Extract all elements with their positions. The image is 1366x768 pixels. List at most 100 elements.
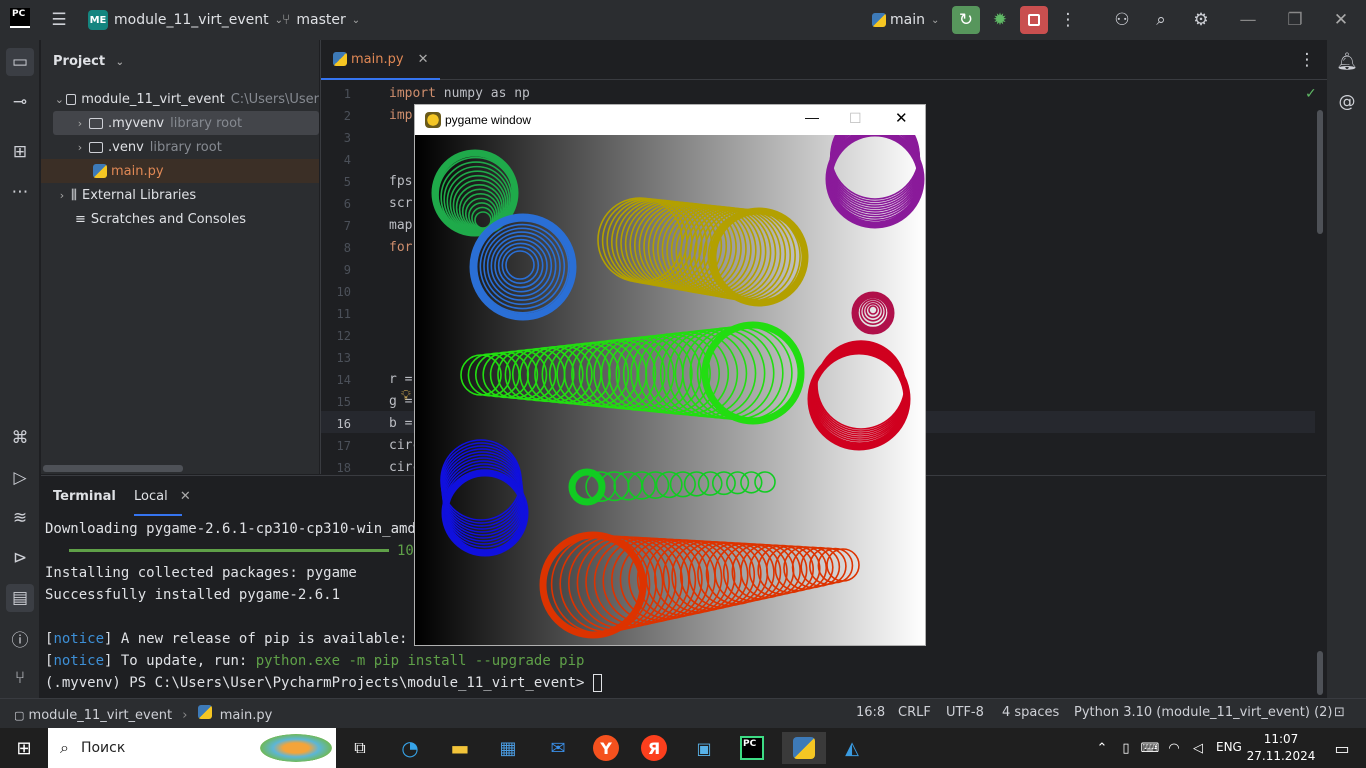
mail-icon[interactable]: ✉ <box>538 732 578 764</box>
rerun-icon[interactable]: ↻ <box>952 6 980 34</box>
project-selector[interactable]: ME module_11_virt_event ⌄ <box>88 0 283 40</box>
pygame-titlebar[interactable]: pygame window — ☐ ✕ <box>415 105 925 135</box>
search-icon[interactable]: ⌕ <box>1147 6 1175 34</box>
taskbar-search-box[interactable]: ⌕ Поиск <box>48 728 336 768</box>
ai-assistant-icon[interactable]: @ <box>1333 88 1361 116</box>
tree-scratches[interactable]: ≡ Scratches and Consoles <box>41 207 319 231</box>
settings-gear-icon[interactable]: ⚙ <box>1187 6 1215 34</box>
yandex-icon[interactable]: Я <box>634 732 674 764</box>
tab-main-py[interactable]: main.py ✕ <box>321 40 441 80</box>
run-icon[interactable]: ▷ <box>6 464 34 492</box>
python-console-icon[interactable]: ⌘ <box>6 424 34 452</box>
pygame-taskbar-icon[interactable] <box>782 732 826 764</box>
pygame-canvas[interactable] <box>415 135 925 645</box>
vertical-scrollbar[interactable] <box>1317 110 1323 234</box>
commit-icon[interactable]: ⊸ <box>6 88 34 116</box>
code-line: imp <box>389 105 412 127</box>
edge-browser-icon[interactable]: ◔ <box>390 732 430 764</box>
store-icon[interactable]: ▦ <box>488 732 528 764</box>
stop-button[interactable] <box>1020 6 1048 34</box>
pycharm-taskbar-icon[interactable]: PC <box>732 732 772 764</box>
lock-icon[interactable]: ⊡ <box>1334 705 1345 720</box>
restore-icon[interactable]: ❐ <box>1281 6 1309 34</box>
project-panel-title[interactable]: Project ⌄ <box>53 54 124 69</box>
windows-start-icon[interactable]: ⊞ <box>4 732 44 764</box>
news-widget-icon[interactable]: ▣ <box>684 732 724 764</box>
close-tab-icon[interactable]: ✕ <box>418 52 429 67</box>
close-icon[interactable]: ✕ <box>895 109 908 127</box>
status-bar: ▢ module_11_virt_event › main.py 16:8 CR… <box>0 698 1366 728</box>
more-actions-icon[interactable]: ⋮ <box>1054 6 1082 34</box>
close-tab-icon[interactable]: ✕ <box>180 489 191 504</box>
clock[interactable]: 11:07 27.11.2024 <box>1246 731 1316 765</box>
chevron-down-icon: ⌄ <box>54 92 64 106</box>
keyboard-icon[interactable]: ⌨ <box>1138 732 1162 764</box>
minimize-icon[interactable]: — <box>805 109 819 125</box>
task-view-icon[interactable]: ⧉ <box>340 732 380 764</box>
breadcrumb[interactable]: ▢ module_11_virt_event › main.py <box>14 705 272 723</box>
item-name: Scratches and Consoles <box>90 211 246 227</box>
pycharm-logo-icon[interactable]: PC <box>10 8 30 28</box>
show-hidden-icons[interactable]: ⌃ <box>1090 732 1114 764</box>
notifications-icon[interactable]: 🔔︎ <box>1333 48 1361 76</box>
line-separator[interactable]: CRLF <box>898 705 931 720</box>
yandex-browser-icon[interactable]: Y <box>586 732 626 764</box>
caret-position[interactable]: 16:8 <box>856 705 885 720</box>
notification-center-icon[interactable]: ▭ <box>1322 732 1362 764</box>
no-problems-check-icon[interactable]: ✓ <box>1305 86 1317 102</box>
notice-tag: notice <box>53 653 105 669</box>
branch-selector[interactable]: ⑂ master ⌄ <box>282 0 360 40</box>
file-explorer-icon[interactable]: ▬ <box>440 732 480 764</box>
lightbulb-icon[interactable]: 💡︎ <box>401 388 411 404</box>
tab-local[interactable]: Local ✕ <box>134 489 191 504</box>
debug-icon[interactable]: ✹ <box>986 6 1014 34</box>
more-tools-icon[interactable]: ⋯ <box>6 178 34 206</box>
maximize-icon[interactable]: ☐ <box>849 110 862 127</box>
python-file-icon <box>333 52 347 66</box>
active-tab-indicator <box>134 514 182 516</box>
tree-item-myvenv[interactable]: › .myvenv library root <box>53 111 319 135</box>
tree-item-venv[interactable]: › .venv library root <box>41 135 319 159</box>
wifi-icon[interactable]: ◠ <box>1162 732 1186 764</box>
layers-icon[interactable]: ≋ <box>6 504 34 532</box>
term-prompt[interactable]: (.myvenv) PS C:\Users\User\PycharmProjec… <box>45 672 602 694</box>
tree-item-main-py[interactable]: main.py <box>41 159 319 183</box>
file-encoding[interactable]: UTF-8 <box>946 705 984 720</box>
git-icon[interactable]: ⑂ <box>6 664 34 692</box>
indent-setting[interactable]: 4 spaces <box>1002 705 1059 720</box>
tree-root[interactable]: ⌄ module_11_virt_event C:\Users\User <box>41 87 319 111</box>
terminal-icon[interactable]: ▤ <box>6 584 34 612</box>
services-icon[interactable]: ⊳ <box>6 544 34 572</box>
terminal-cursor <box>592 674 602 692</box>
module-icon: ▢ <box>14 709 25 722</box>
search-placeholder: Поиск <box>80 740 126 756</box>
tree-external-libraries[interactable]: › ⫼ External Libraries <box>41 183 319 207</box>
breadcrumb-project[interactable]: module_11_virt_event <box>29 708 173 723</box>
add-user-icon[interactable]: ⚇ <box>1108 6 1136 34</box>
close-icon[interactable]: ✕ <box>1327 6 1355 34</box>
input-language[interactable]: ENG <box>1216 740 1242 754</box>
pygame-window[interactable]: pygame window — ☐ ✕ <box>414 104 926 646</box>
structure-icon[interactable]: ⊞ <box>6 138 34 166</box>
problems-icon[interactable]: ⓘ <box>6 624 34 652</box>
project-folder-icon[interactable]: ▭ <box>6 48 34 76</box>
root-path: C:\Users\User <box>230 91 319 107</box>
python-icon <box>872 13 886 27</box>
tab-options-icon[interactable]: ⋮ <box>1293 46 1321 74</box>
breadcrumb-file[interactable]: main.py <box>220 708 273 723</box>
main-menu-icon[interactable]: ☰ <box>45 6 73 34</box>
chevron-down-icon: ⌄ <box>351 14 361 26</box>
terminal-scrollbar[interactable] <box>1317 651 1323 695</box>
code-keyword: for <box>389 240 413 255</box>
python-interpreter[interactable]: Python 3.10 (module_11_virt_event) (2) <box>1074 705 1333 720</box>
volume-icon[interactable]: ◁ <box>1186 732 1210 764</box>
run-config-selector[interactable]: main ⌄ <box>872 0 939 40</box>
photos-icon[interactable]: ◭ <box>832 732 872 764</box>
title-bar: PC ☰ ME module_11_virt_event ⌄ ⑂ master … <box>0 0 1366 40</box>
line-number: 12 <box>336 329 351 343</box>
horizontal-scrollbar[interactable] <box>43 465 183 472</box>
yandex-ya-icon: Я <box>641 735 667 761</box>
battery-icon[interactable]: ▯ <box>1114 732 1138 764</box>
terminal-title[interactable]: Terminal <box>53 489 116 504</box>
minimize-icon[interactable]: — <box>1234 6 1262 34</box>
